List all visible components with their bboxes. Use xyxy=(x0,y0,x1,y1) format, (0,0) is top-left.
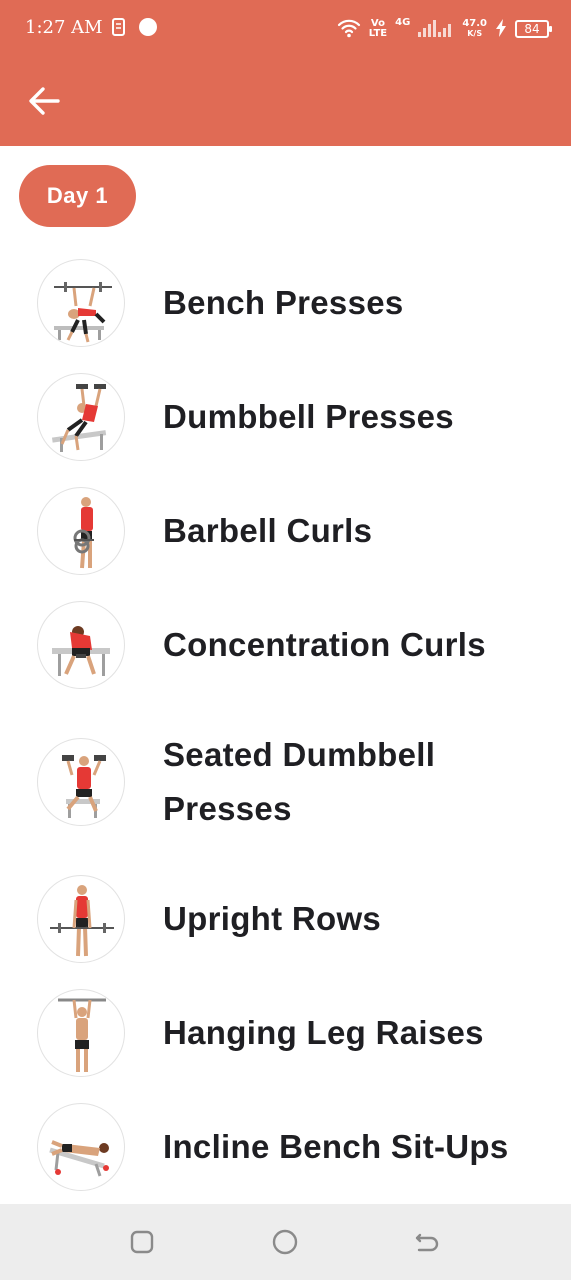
dumbbell-press-figure xyxy=(37,373,125,461)
home-button[interactable] xyxy=(269,1226,301,1258)
hanging-leg-raise-figure xyxy=(37,989,125,1077)
recents-icon xyxy=(130,1230,154,1254)
back-nav-button[interactable] xyxy=(411,1226,443,1258)
network-type: 4G xyxy=(395,17,411,28)
recents-button[interactable] xyxy=(126,1226,158,1258)
volte-indicator: Vo LTE xyxy=(369,19,387,39)
exercise-name: Hanging Leg Raises xyxy=(163,1014,484,1051)
arrow-left-icon xyxy=(29,87,60,115)
exercise-item[interactable]: Upright Rows xyxy=(0,862,571,976)
app-bar: 1:27 AM Vo LTE 4G 47.0 K/S 84 xyxy=(0,0,571,146)
status-bar: 1:27 AM Vo LTE 4G 47.0 K/S 84 xyxy=(0,0,571,58)
day-chip[interactable]: Day 1 xyxy=(19,165,136,227)
day-chip-label: Day 1 xyxy=(46,183,109,208)
exercise-name: Dumbbell Presses xyxy=(163,398,454,435)
battery-icon: 84 xyxy=(515,20,552,38)
upright-row-figure xyxy=(37,875,125,963)
exercise-item[interactable]: Seated Dumbbell Presses xyxy=(0,702,571,862)
exercise-name: Concentration Curls xyxy=(163,626,486,663)
incline-sit-up-figure xyxy=(37,1103,125,1191)
wifi-icon xyxy=(337,18,361,41)
volte-bottom: LTE xyxy=(368,28,388,39)
barbell-curl-figure xyxy=(37,487,125,575)
concentration-curl-figure xyxy=(37,601,125,689)
signal-icon xyxy=(418,18,454,41)
dot-icon xyxy=(137,14,159,44)
back-nav-icon xyxy=(415,1233,439,1252)
status-icons: Vo LTE 4G 47.0 K/S 84 xyxy=(337,14,552,44)
exercise-item[interactable]: Barbell Curls xyxy=(0,474,571,588)
exercise-name: Upright Rows xyxy=(163,900,382,937)
exercise-name: Incline Bench Sit-Ups xyxy=(163,1128,509,1165)
exercise-item[interactable]: Concentration Curls xyxy=(0,588,571,702)
exercise-item[interactable]: Dumbbell Presses xyxy=(0,360,571,474)
exercise-item[interactable]: Hanging Leg Raises xyxy=(0,976,571,1090)
sim-toolkit-icon xyxy=(110,14,128,44)
exercise-item[interactable]: Bench Presses xyxy=(0,246,571,360)
exercise-name: Bench Presses xyxy=(163,284,404,321)
charging-icon xyxy=(495,18,507,41)
status-time: 1:27 AM xyxy=(25,17,103,38)
system-nav-bar xyxy=(0,1204,571,1280)
back-button[interactable] xyxy=(24,80,66,122)
network-speed: 47.0 K/S xyxy=(462,19,487,39)
seated-dumbbell-press-figure xyxy=(37,738,125,826)
exercise-name: Seated Dumbbell Presses xyxy=(163,736,436,827)
speed-unit: K/S xyxy=(467,29,483,38)
home-icon xyxy=(272,1229,298,1255)
exercise-name: Barbell Curls xyxy=(163,512,373,549)
speed-value: 47.0 xyxy=(462,18,487,29)
bench-press-figure xyxy=(37,259,125,347)
battery-level: 84 xyxy=(524,22,540,36)
exercise-item[interactable]: Incline Bench Sit-Ups xyxy=(0,1090,571,1204)
